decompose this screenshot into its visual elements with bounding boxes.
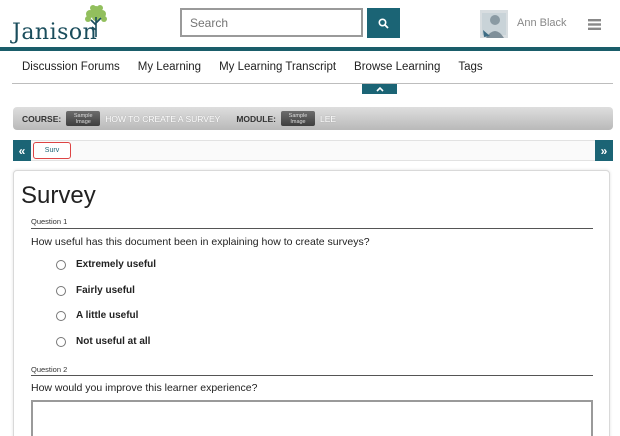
option-extremely-useful[interactable]: Extremely useful	[56, 259, 156, 270]
course-label: COURSE:	[22, 113, 62, 124]
main-navigation: Discussion Forums My Learning My Learnin…	[12, 51, 613, 84]
question-1-divider	[31, 228, 593, 229]
option-not-useful-at-all[interactable]: Not useful at all	[56, 336, 150, 347]
nav-my-learning-transcript[interactable]: My Learning Transcript	[219, 61, 336, 73]
radio-button[interactable]	[56, 310, 66, 321]
question-1-text: How useful has this document been in exp…	[31, 236, 370, 248]
option-label[interactable]: Extremely useful	[76, 259, 156, 270]
page-title: Survey	[21, 182, 96, 209]
search-input[interactable]	[180, 8, 363, 37]
survey-card	[13, 170, 610, 436]
module-thumb-line-2: Image	[290, 118, 306, 125]
chevron-up-icon	[375, 86, 384, 92]
course-thumb-line-2: Image	[75, 118, 91, 125]
course-name[interactable]: HOW TO CREATE A SURVEY	[105, 114, 220, 124]
page-strip	[31, 140, 595, 161]
previous-page-button[interactable]: «	[13, 140, 31, 161]
radio-button[interactable]	[56, 259, 66, 270]
course-thumbnail: Sample Image	[66, 111, 101, 126]
module-name[interactable]: LEE	[320, 114, 336, 124]
feedback-textarea[interactable]	[31, 400, 593, 436]
question-1-label: Question 1	[31, 217, 68, 226]
option-a-little-useful[interactable]: A little useful	[56, 310, 138, 321]
tree-logo-icon	[85, 5, 107, 37]
avatar[interactable]	[480, 10, 508, 38]
nav-my-learning[interactable]: My Learning	[138, 61, 201, 73]
current-page-tab[interactable]: Surv	[33, 142, 71, 159]
option-label[interactable]: A little useful	[76, 310, 138, 321]
module-thumbnail: Sample Image	[280, 111, 315, 126]
nav-tags[interactable]: Tags	[458, 61, 482, 73]
hamburger-menu-icon[interactable]	[588, 18, 601, 31]
collapse-nav-button[interactable]	[362, 84, 397, 94]
question-2-text: How would you improve this learner exper…	[31, 382, 258, 394]
radio-button[interactable]	[56, 285, 66, 296]
question-2-divider	[31, 375, 593, 376]
option-label[interactable]: Not useful at all	[76, 336, 150, 347]
search-button[interactable]	[367, 8, 400, 38]
nav-discussion-forums[interactable]: Discussion Forums	[22, 61, 120, 73]
module-label: MODULE:	[236, 113, 276, 124]
radio-button[interactable]	[56, 336, 66, 347]
user-name[interactable]: Ann Black	[517, 17, 567, 29]
janison-logo[interactable]: Janison	[12, 3, 112, 45]
course-info-bar: COURSE: Sample Image HOW TO CREATE A SUR…	[13, 107, 613, 130]
next-page-button[interactable]: »	[595, 140, 613, 161]
app-header: Janison Ann Black	[0, 0, 620, 47]
search-icon	[378, 17, 389, 29]
option-fairly-useful[interactable]: Fairly useful	[56, 285, 135, 296]
option-label[interactable]: Fairly useful	[76, 285, 135, 296]
question-2-label: Question 2	[31, 365, 68, 374]
nav-browse-learning[interactable]: Browse Learning	[354, 61, 440, 73]
